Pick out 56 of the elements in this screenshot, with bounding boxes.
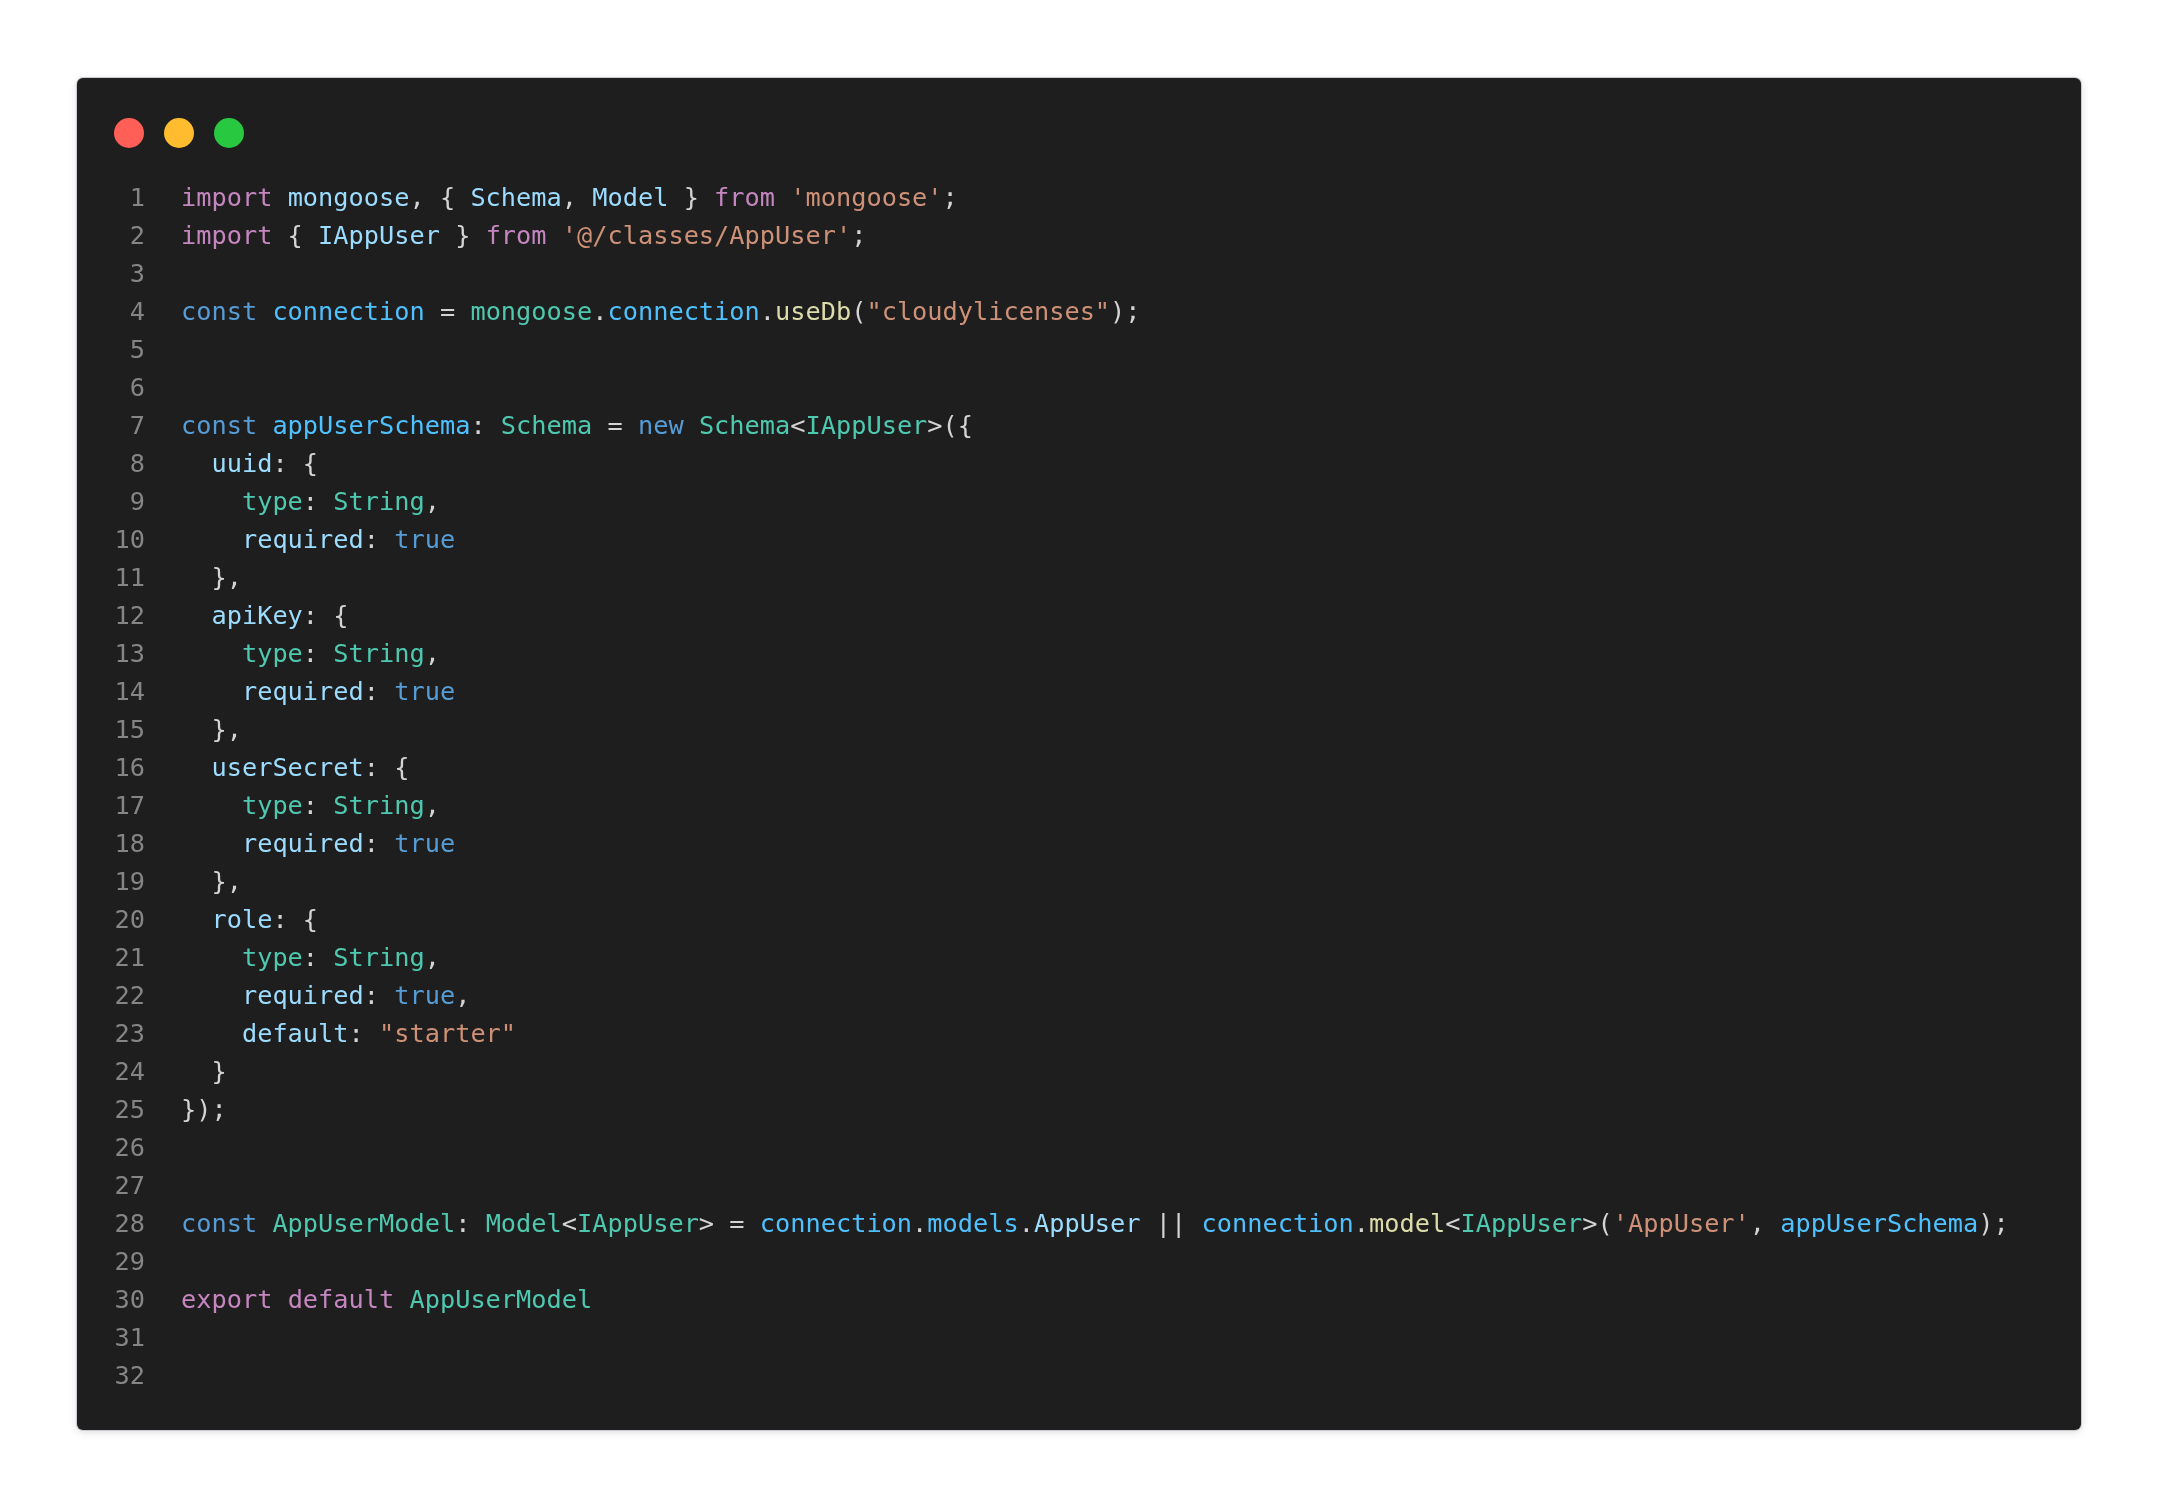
line-number: 6 bbox=[128, 372, 145, 404]
code-line: type: String, bbox=[240, 790, 441, 822]
code-line: }); bbox=[181, 1094, 228, 1126]
line-number: 20 bbox=[113, 904, 145, 936]
line-number: 10 bbox=[113, 524, 145, 556]
line-number: 15 bbox=[113, 714, 145, 746]
line-number: 30 bbox=[113, 1284, 145, 1316]
line-number: 9 bbox=[128, 486, 145, 518]
code-line: required: true, bbox=[240, 980, 472, 1012]
code-line: const AppUserModel: Model<IAppUser> = connection.models.AppUser || connection.model<IAppUser>('AppUser', appUserSchema); bbox=[181, 1208, 2010, 1240]
line-number: 13 bbox=[113, 638, 145, 670]
code-line: } bbox=[210, 1056, 228, 1088]
line-number: 11 bbox=[113, 562, 145, 594]
line-number: 31 bbox=[113, 1322, 145, 1354]
line-number: 21 bbox=[113, 942, 145, 974]
line-number: 19 bbox=[113, 866, 145, 898]
code-line: const appUserSchema: Schema = new Schema<IAppUser>({ bbox=[181, 410, 975, 442]
line-number: 14 bbox=[113, 676, 145, 708]
line-number: 27 bbox=[113, 1170, 145, 1202]
code-line: }, bbox=[210, 714, 243, 746]
code-line: export default AppUserModel bbox=[181, 1284, 594, 1316]
line-number: 4 bbox=[128, 296, 145, 328]
line-number: 25 bbox=[113, 1094, 145, 1126]
code-line: type: String, bbox=[240, 486, 441, 518]
code-line: default: "starter" bbox=[240, 1018, 518, 1050]
code-line: apiKey: { bbox=[210, 600, 350, 632]
line-number: 5 bbox=[128, 334, 145, 366]
line-number: 16 bbox=[113, 752, 145, 784]
line-number: 32 bbox=[113, 1360, 145, 1392]
code-line: type: String, bbox=[240, 942, 441, 974]
code-line: const connection = mongoose.connection.useDb("cloudylicenses"); bbox=[181, 296, 1142, 328]
code-line: required: true bbox=[240, 676, 457, 708]
line-number: 17 bbox=[113, 790, 145, 822]
code-line: type: String, bbox=[240, 638, 441, 670]
line-number: 29 bbox=[113, 1246, 145, 1278]
line-number: 2 bbox=[128, 220, 145, 252]
line-number: 1 bbox=[128, 182, 145, 214]
code-line: }, bbox=[210, 562, 243, 594]
line-number: 8 bbox=[128, 448, 145, 480]
code-line: role: { bbox=[210, 904, 320, 936]
line-number: 18 bbox=[113, 828, 145, 860]
line-number: 3 bbox=[128, 258, 145, 290]
code-line: import mongoose, { Schema, Model } from 'mongoose'; bbox=[181, 182, 959, 214]
code-line: import { IAppUser } from '@/classes/AppUser'; bbox=[181, 220, 868, 252]
code-line: userSecret: { bbox=[210, 752, 411, 784]
line-number: 22 bbox=[113, 980, 145, 1012]
line-number: 23 bbox=[113, 1018, 145, 1050]
line-number: 12 bbox=[113, 600, 145, 632]
line-number: 7 bbox=[128, 410, 145, 442]
code-line: required: true bbox=[240, 828, 457, 860]
code-line: uuid: { bbox=[210, 448, 320, 480]
code-line: }, bbox=[210, 866, 243, 898]
line-number: 28 bbox=[113, 1208, 145, 1240]
code-line: required: true bbox=[240, 524, 457, 556]
line-number: 24 bbox=[113, 1056, 145, 1088]
line-number: 26 bbox=[113, 1132, 145, 1164]
